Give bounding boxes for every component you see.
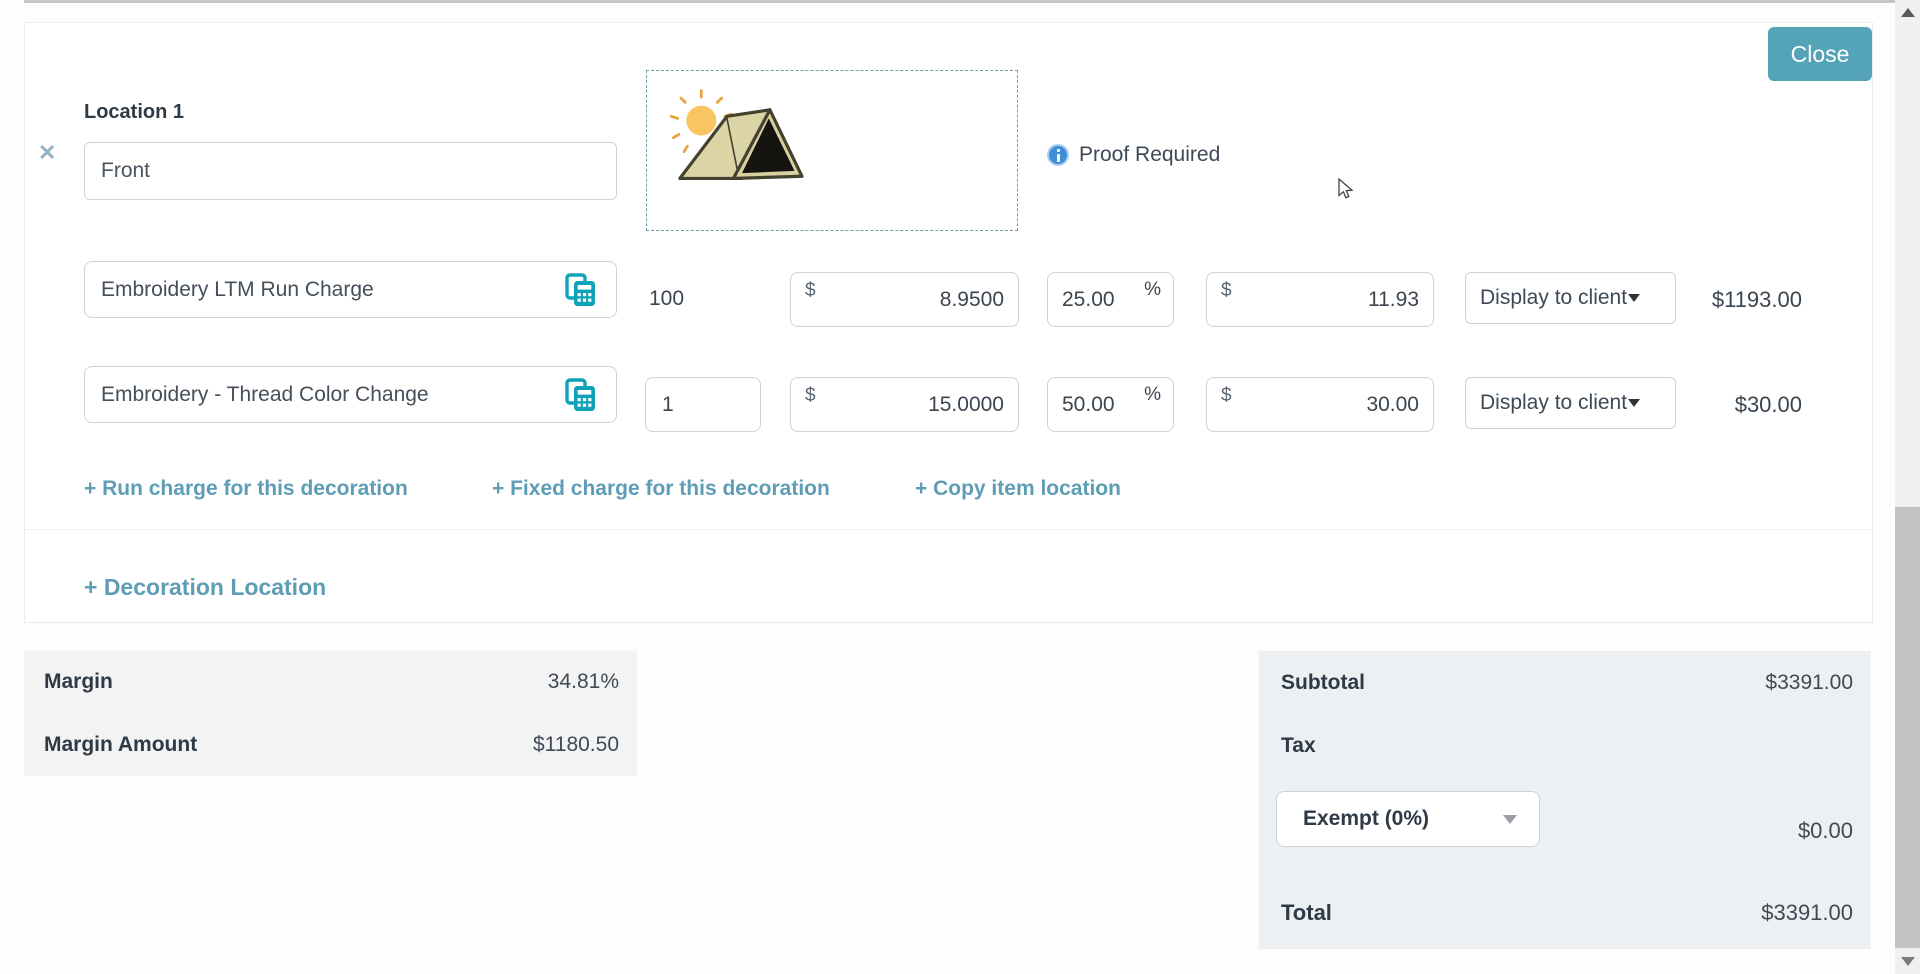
remove-location-icon[interactable]: ✕ — [38, 142, 56, 164]
chevron-down-icon — [1628, 294, 1640, 302]
scroll-up-arrow-icon[interactable] — [1901, 8, 1915, 17]
dollar-sign: $ — [805, 280, 816, 302]
artwork-dropzone[interactable] — [646, 70, 1018, 231]
charge-net-input[interactable]: $ 11.93 — [1206, 272, 1434, 327]
mouse-cursor-icon — [1338, 178, 1358, 200]
charge-name-input[interactable]: Embroidery LTM Run Charge — [84, 261, 617, 318]
section-divider — [25, 529, 1872, 530]
location-title: Location 1 — [84, 101, 184, 124]
margin-panel: Margin 34.81% Margin Amount $1180.50 — [24, 651, 637, 776]
add-fixed-charge-link[interactable]: + Fixed charge for this decoration — [492, 477, 830, 501]
dollar-sign: $ — [1221, 280, 1232, 302]
margin-value: 34.81% — [548, 670, 619, 694]
scrollbar-thumb[interactable] — [1895, 507, 1920, 948]
decoration-editor-screen: Close Location 1 ✕ Proof Required — [0, 0, 1920, 974]
charge-margin-input[interactable]: 25.00 % — [1047, 272, 1174, 327]
calculator-icon[interactable] — [563, 272, 599, 308]
margin-amount-value: $1180.50 — [533, 733, 619, 757]
add-decoration-location-link[interactable]: + Decoration Location — [84, 574, 326, 601]
dollar-sign: $ — [1221, 385, 1232, 407]
chevron-down-icon — [1503, 815, 1517, 824]
subtotal-label: Subtotal — [1281, 671, 1365, 695]
charge-name-text: Embroidery LTM Run Charge — [101, 262, 374, 317]
tax-label: Tax — [1281, 734, 1316, 758]
charge-net-input[interactable]: $ 30.00 — [1206, 377, 1434, 432]
charge-margin-input[interactable]: 50.00 % — [1047, 377, 1174, 432]
margin-amount-label: Margin Amount — [44, 733, 197, 757]
scroll-down-arrow-icon[interactable] — [1901, 957, 1915, 966]
add-run-charge-link[interactable]: + Run charge for this decoration — [84, 477, 408, 501]
tent-artwork-image — [667, 87, 817, 197]
charge-name-text: Embroidery - Thread Color Change — [101, 367, 429, 422]
charge-row-total: $30.00 — [1640, 392, 1802, 418]
close-button[interactable]: Close — [1768, 27, 1872, 81]
info-icon — [1047, 144, 1069, 166]
calculator-icon[interactable] — [563, 377, 599, 413]
percent-sign: % — [1144, 384, 1161, 406]
tax-value: $0.00 — [1798, 818, 1853, 844]
charge-price-input[interactable]: $ 8.9500 — [790, 272, 1019, 327]
tax-select[interactable]: Exempt (0%) — [1276, 791, 1540, 847]
charge-price-input[interactable]: $ 15.0000 — [790, 377, 1019, 432]
charge-quantity-text: 100 — [649, 287, 684, 311]
copy-item-location-link[interactable]: + Copy item location — [915, 477, 1121, 501]
total-value: $3391.00 — [1761, 900, 1853, 926]
percent-sign: % — [1144, 279, 1161, 301]
location-name-input[interactable] — [84, 142, 617, 200]
proof-required-label: Proof Required — [1079, 143, 1220, 167]
vertical-scrollbar[interactable] — [1895, 0, 1920, 974]
total-label: Total — [1281, 900, 1332, 926]
subtotal-value: $3391.00 — [1765, 671, 1853, 695]
proof-required-field[interactable]: Proof Required — [1047, 142, 1220, 168]
dollar-sign: $ — [805, 385, 816, 407]
chevron-down-icon — [1628, 399, 1640, 407]
totals-panel: Subtotal $3391.00 Tax Exempt (0%) $0.00 … — [1259, 651, 1871, 949]
top-divider — [24, 0, 1895, 3]
charge-name-input[interactable]: Embroidery - Thread Color Change — [84, 366, 617, 423]
margin-label: Margin — [44, 670, 113, 694]
charge-row-total: $1193.00 — [1640, 287, 1802, 313]
charge-quantity-input[interactable]: 1 — [645, 377, 761, 432]
